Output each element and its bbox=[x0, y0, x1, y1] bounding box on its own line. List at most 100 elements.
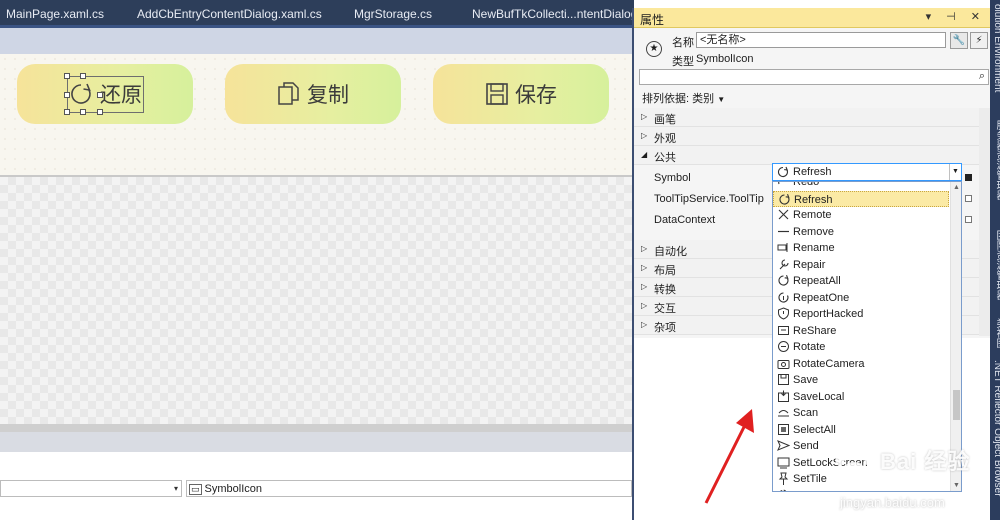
remote-icon bbox=[777, 208, 790, 221]
property-marker[interactable] bbox=[965, 195, 972, 202]
resize-handle[interactable] bbox=[97, 109, 103, 115]
paw-logo-icon bbox=[835, 445, 874, 480]
symbol-option-reshare[interactable]: ReShare bbox=[773, 323, 949, 339]
document-tab-strip: MainPage.xaml.cs AddCbEntryContentDialog… bbox=[0, 0, 647, 28]
symbol-option-label: ReportHacked bbox=[793, 308, 864, 320]
tab-mainpage[interactable]: MainPage.xaml.cs bbox=[6, 7, 104, 21]
symbol-option-label: Scan bbox=[793, 407, 819, 419]
side-tab-team-explorer[interactable]: 团队资源管理器 bbox=[992, 230, 1000, 300]
tab-mgrstorage[interactable]: MgrStorage.cs bbox=[354, 7, 432, 21]
resize-handle[interactable] bbox=[64, 73, 70, 79]
type-label: 类型 bbox=[672, 56, 694, 68]
tab-addcbentry[interactable]: AddCbEntryContentDialog.xaml.cs bbox=[137, 7, 322, 21]
symbol-option-rename[interactable]: Rename bbox=[773, 240, 949, 256]
chevron-down-icon[interactable]: ▼ bbox=[949, 164, 961, 180]
name-field[interactable]: <无名称> bbox=[696, 32, 946, 48]
watermark-url: jingyan.baidu.com bbox=[840, 495, 945, 510]
gear-icon bbox=[777, 489, 790, 491]
save-pill-button[interactable]: 保存 bbox=[433, 64, 609, 124]
element-type-icon: ★ bbox=[646, 41, 662, 57]
symbol-option-scan[interactable]: Scan bbox=[773, 405, 949, 421]
symbol-option-reporthacked[interactable]: ReportHacked bbox=[773, 306, 949, 322]
symbol-option-label: Settings bbox=[793, 490, 833, 492]
category-label: 杂项 bbox=[654, 322, 676, 334]
expand-arrow-icon: ▷ bbox=[641, 131, 648, 140]
side-tab-class-view[interactable]: 类视图 bbox=[992, 318, 1000, 348]
symbol-option-remote[interactable]: Remote bbox=[773, 207, 949, 223]
element-combo[interactable]: ▭ SymbolIcon bbox=[186, 480, 632, 497]
symbol-option-label: Repair bbox=[793, 258, 826, 271]
scroll-down-icon[interactable]: ▼ bbox=[953, 482, 960, 489]
property-marker[interactable] bbox=[965, 174, 972, 181]
symbol-option-remove[interactable]: Remove bbox=[773, 224, 949, 240]
symbol-combo[interactable]: Refresh ▼ bbox=[772, 163, 962, 181]
symbol-combo-value: Refresh bbox=[793, 166, 832, 178]
category-label: 布局 bbox=[654, 265, 676, 277]
resize-handle[interactable] bbox=[64, 92, 70, 98]
name-type-area: ★ 名称 <无名称> 🔧 ⚡ 类型 SymbolIcon bbox=[634, 30, 992, 68]
chevron-down-icon: ▼ bbox=[717, 95, 726, 104]
side-tab-reflector[interactable]: .NET Reflector Object Browser bbox=[992, 360, 1000, 497]
side-tab-solution[interactable]: olution Environment bbox=[992, 4, 1000, 92]
sort-label: 排列依据: 类别 bbox=[642, 93, 715, 105]
refresh-icon bbox=[778, 193, 791, 206]
resize-handle[interactable] bbox=[80, 109, 86, 115]
category-label: 交互 bbox=[654, 303, 676, 315]
rotate-icon bbox=[777, 340, 790, 353]
symbol-option-label: Refresh bbox=[794, 193, 833, 206]
expand-arrow-icon: ▷ bbox=[641, 244, 648, 253]
resize-handle[interactable] bbox=[80, 73, 86, 79]
symbol-option-label: Remote bbox=[793, 209, 832, 221]
xaml-pane-header bbox=[0, 432, 634, 452]
category-brush[interactable]: ▷ 画笔 bbox=[634, 108, 979, 127]
copy-label: 复制 bbox=[307, 83, 349, 107]
property-search-input[interactable]: ⌕ bbox=[639, 69, 989, 85]
copy-icon bbox=[277, 81, 301, 107]
sort-by-dropdown[interactable]: 排列依据: 类别 ▼ bbox=[642, 90, 725, 106]
category-label: 外观 bbox=[654, 133, 676, 145]
resize-handle[interactable] bbox=[97, 92, 103, 98]
scope-combo[interactable]: ▾ bbox=[0, 480, 182, 497]
symbol-option-label: Redo bbox=[793, 181, 820, 188]
symbol-option-label: Remove bbox=[793, 225, 834, 238]
symbol-option-repeatall[interactable]: RepeatAll bbox=[773, 273, 949, 289]
property-name: DataContext bbox=[654, 214, 716, 226]
category-label: 画笔 bbox=[654, 114, 676, 126]
scroll-up-icon[interactable]: ▲ bbox=[953, 184, 960, 191]
copy-pill-button[interactable]: 复制 bbox=[225, 64, 401, 124]
horizontal-splitter[interactable] bbox=[0, 424, 634, 432]
symbol-option-refresh[interactable]: Refresh bbox=[773, 190, 949, 207]
category-label: 转换 bbox=[654, 284, 676, 296]
side-tab-server-explorer[interactable]: 服务器资源管理器 bbox=[992, 120, 1000, 200]
category-appearance[interactable]: ▷ 外观 bbox=[634, 127, 979, 146]
symbol-option-label: RepeatOne bbox=[793, 291, 850, 304]
tab-newbuftk[interactable]: NewBufTkCollecti...ntentDialog.x bbox=[472, 7, 647, 21]
symbol-option-label: Send bbox=[793, 440, 819, 452]
symbol-option-rotate[interactable]: Rotate bbox=[773, 339, 949, 355]
refresh-icon bbox=[777, 166, 789, 181]
selection-box[interactable] bbox=[64, 73, 144, 115]
symbol-option-label: SelectAll bbox=[793, 423, 836, 436]
repair-icon bbox=[777, 258, 790, 271]
symbol-option-rotatecamera[interactable]: RotateCamera bbox=[773, 356, 949, 372]
panel-window-buttons[interactable]: ▾ ⊣ ✕ bbox=[926, 10, 986, 23]
resize-handle[interactable] bbox=[64, 109, 70, 115]
scroll-thumb[interactable] bbox=[953, 390, 960, 420]
symbol-option-label: Save bbox=[793, 374, 819, 386]
symbol-option-repair[interactable]: Repair bbox=[773, 257, 949, 273]
symbol-option-save[interactable]: Save bbox=[773, 372, 949, 388]
symbol-option-selectall[interactable]: SelectAll bbox=[773, 422, 949, 438]
property-marker[interactable] bbox=[965, 216, 972, 223]
symbol-option-savelocal[interactable]: SaveLocal bbox=[773, 389, 949, 405]
red-arrow-annotation bbox=[704, 409, 754, 504]
lock-screen-icon bbox=[777, 456, 790, 469]
symbol-option-settings[interactable]: Settings bbox=[773, 488, 949, 492]
symbol-option-label: RotateCamera bbox=[793, 357, 865, 370]
symbol-option-repeatone[interactable]: RepeatOne bbox=[773, 290, 949, 306]
symbol-option-redo[interactable]: Redo bbox=[773, 181, 949, 190]
symbol-option-label: ReShare bbox=[793, 324, 837, 337]
events-button[interactable]: ⚡ bbox=[970, 32, 988, 49]
category-label: 自动化 bbox=[654, 246, 687, 258]
properties-wrench-button[interactable]: 🔧 bbox=[950, 32, 968, 49]
reshare-icon bbox=[777, 324, 790, 337]
